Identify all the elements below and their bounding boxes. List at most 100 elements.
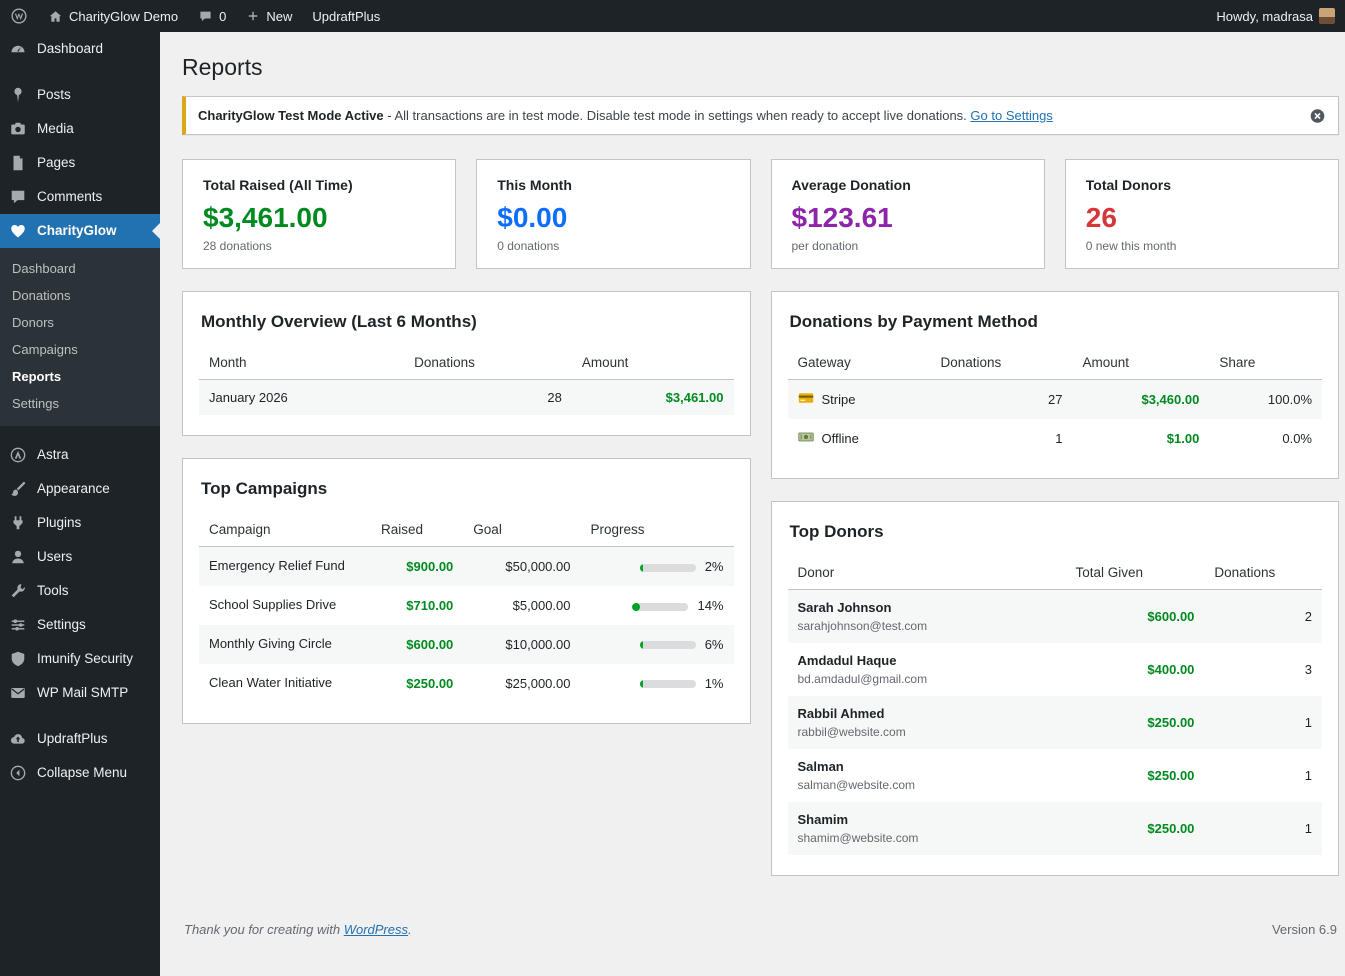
donor-total: $600.00	[1147, 609, 1195, 625]
donations-cell: 28	[547, 390, 562, 406]
sidebar-item-wp-mail-smtp[interactable]: WP Mail SMTP	[0, 676, 160, 710]
stat-card-total-raised: Total Raised (All Time) $3,461.00 28 don…	[182, 159, 457, 270]
sidebar-item-plugins[interactable]: Plugins	[0, 506, 160, 540]
page-title: Reports	[182, 54, 263, 80]
table-row: Amdadul Haque bd.amdadul@gmail.com $400.0…	[788, 643, 1323, 696]
top-donors-table: Donor Total Given Donations Sarah Johnso…	[787, 556, 1323, 856]
campaign-raised: $600.00	[406, 636, 454, 652]
campaign-raised: $250.00	[406, 675, 454, 691]
column-header: Month	[199, 346, 405, 381]
payment-methods-panel: Donations by Payment Method Gateway Dona…	[770, 291, 1339, 480]
sidebar-item-label: Posts	[37, 87, 71, 103]
comment-icon	[8, 188, 28, 206]
gateway-amount: $1.00	[1166, 431, 1200, 447]
payment-methods-table: Gateway Donations Amount Share Stripe 27…	[787, 346, 1322, 458]
monthly-overview-table: Month Donations Amount January 2026 28 $…	[199, 346, 734, 416]
submenu-item-donations[interactable]: Donations	[0, 282, 160, 309]
sidebar-item-updraftplus[interactable]: UpdraftPlus	[0, 722, 160, 756]
sidebar-item-media[interactable]: Media	[0, 112, 160, 146]
column-header: Gateway	[787, 346, 931, 381]
menu-separator	[0, 66, 160, 78]
panel-title: Monthly Overview (Last 6 Months)	[201, 312, 477, 332]
howdy-label: Howdy, madrasa	[1216, 8, 1313, 24]
stat-title: Average Donation	[791, 177, 911, 193]
sidebar-item-label: CharityGlow	[37, 223, 117, 239]
progress-bar	[632, 602, 689, 611]
submenu-item-donors[interactable]: Donors	[0, 309, 160, 336]
campaign-raised: $900.00	[406, 559, 454, 575]
notice-text: - All transactions are in test mode. Dis…	[383, 108, 971, 123]
sidebar-item-users[interactable]: Users	[0, 540, 160, 574]
right-column: Donations by Payment Method Gateway Dona…	[770, 291, 1339, 877]
credit-card-icon	[798, 390, 814, 409]
sidebar-item-charityglow[interactable]: CharityGlow	[0, 214, 160, 248]
sidebar-item-posts[interactable]: Posts	[0, 78, 160, 112]
donor-name: Shamim	[797, 812, 849, 828]
column-header: Amount	[571, 346, 734, 381]
go-to-settings-link[interactable]: Go to Settings	[970, 108, 1052, 123]
stat-card-this-month: This Month $0.00 0 donations	[476, 159, 751, 270]
comments-count: 0	[219, 8, 227, 24]
campaign-name: Emergency Relief Fund	[209, 558, 345, 574]
stat-card-total-donors: Total Donors 26 0 new this month	[1064, 159, 1339, 270]
site-name-menu[interactable]: CharityGlow Demo	[38, 0, 188, 32]
wordpress-logo[interactable]	[0, 0, 38, 32]
sidebar-item-pages[interactable]: Pages	[0, 146, 160, 180]
dismiss-notice-button[interactable]	[1309, 107, 1326, 124]
plug-icon	[8, 514, 28, 532]
new-label: New	[266, 8, 293, 24]
sidebar-item-astra[interactable]: Astra	[0, 438, 160, 472]
top-campaigns-table: Campaign Raised Goal Progress Emergency …	[199, 513, 734, 702]
submenu-item-reports[interactable]: Reports	[0, 363, 160, 390]
sidebar-item-appearance[interactable]: Appearance	[0, 472, 160, 506]
heart-icon	[8, 222, 28, 240]
sidebar-item-label: Comments	[37, 189, 103, 205]
sidebar-item-settings[interactable]: Settings	[0, 608, 160, 642]
stat-subtext: per donation	[791, 239, 859, 254]
sidebar-item-collapse-menu[interactable]: Collapse Menu	[0, 756, 160, 790]
campaign-goal: $10,000.00	[505, 636, 571, 652]
sidebar-item-dashboard[interactable]: Dashboard	[0, 32, 160, 66]
campaign-raised: $710.00	[406, 597, 454, 613]
donor-count: 2	[1304, 609, 1312, 625]
column-header: Raised	[371, 513, 464, 548]
footer-version: Version 6.9	[1271, 922, 1337, 938]
table-row: Emergency Relief Fund $900.00 $50,000.00…	[199, 546, 734, 587]
submenu-item-dashboard[interactable]: Dashboard	[0, 255, 160, 282]
progress-label: 1%	[704, 675, 724, 691]
wordpress-link[interactable]: WordPress	[344, 922, 408, 937]
donor-email: salman@website.com	[797, 778, 916, 793]
my-account-menu[interactable]: Howdy, madrasa	[1206, 0, 1345, 32]
new-content-button[interactable]: New	[236, 0, 302, 32]
stats-row: Total Raised (All Time) $3,461.00 28 don…	[182, 159, 1339, 270]
collapse-icon	[8, 764, 28, 782]
donor-name: Amdadul Haque	[797, 653, 897, 669]
submenu-item-campaigns[interactable]: Campaigns	[0, 336, 160, 363]
stat-value: $0.00	[497, 202, 568, 233]
sidebar-item-label: Collapse Menu	[37, 765, 128, 781]
updraftplus-menu[interactable]: UpdraftPlus	[302, 0, 390, 32]
column-header: Donations	[930, 346, 1073, 381]
sidebar-item-tools[interactable]: Tools	[0, 574, 160, 608]
stat-value: $123.61	[791, 202, 893, 233]
submenu-item-settings[interactable]: Settings	[0, 390, 160, 417]
gateway-donations: 27	[1048, 392, 1063, 408]
cloud-backup-icon	[8, 730, 28, 748]
astra-icon	[8, 446, 28, 464]
menu-separator	[0, 710, 160, 722]
dashboard-icon	[8, 40, 28, 58]
charityglow-submenu: Dashboard Donations Donors Campaigns Rep…	[0, 248, 160, 426]
campaign-name: Monthly Giving Circle	[209, 635, 332, 651]
sidebar-item-imunify-security[interactable]: Imunify Security	[0, 642, 160, 676]
sidebar-item-label: Plugins	[37, 515, 82, 531]
brush-icon	[8, 480, 28, 498]
column-header: Goal	[463, 513, 581, 548]
sidebar-item-label: UpdraftPlus	[37, 731, 108, 747]
sidebar-item-comments[interactable]: Comments	[0, 180, 160, 214]
monthly-overview-panel: Monthly Overview (Last 6 Months) Month D…	[182, 291, 751, 437]
month-cell: January 2026	[209, 390, 288, 406]
comments-indicator[interactable]: 0	[188, 0, 236, 32]
progress-fill	[639, 680, 643, 689]
stat-title: Total Donors	[1085, 177, 1172, 193]
sliders-icon	[8, 616, 28, 634]
